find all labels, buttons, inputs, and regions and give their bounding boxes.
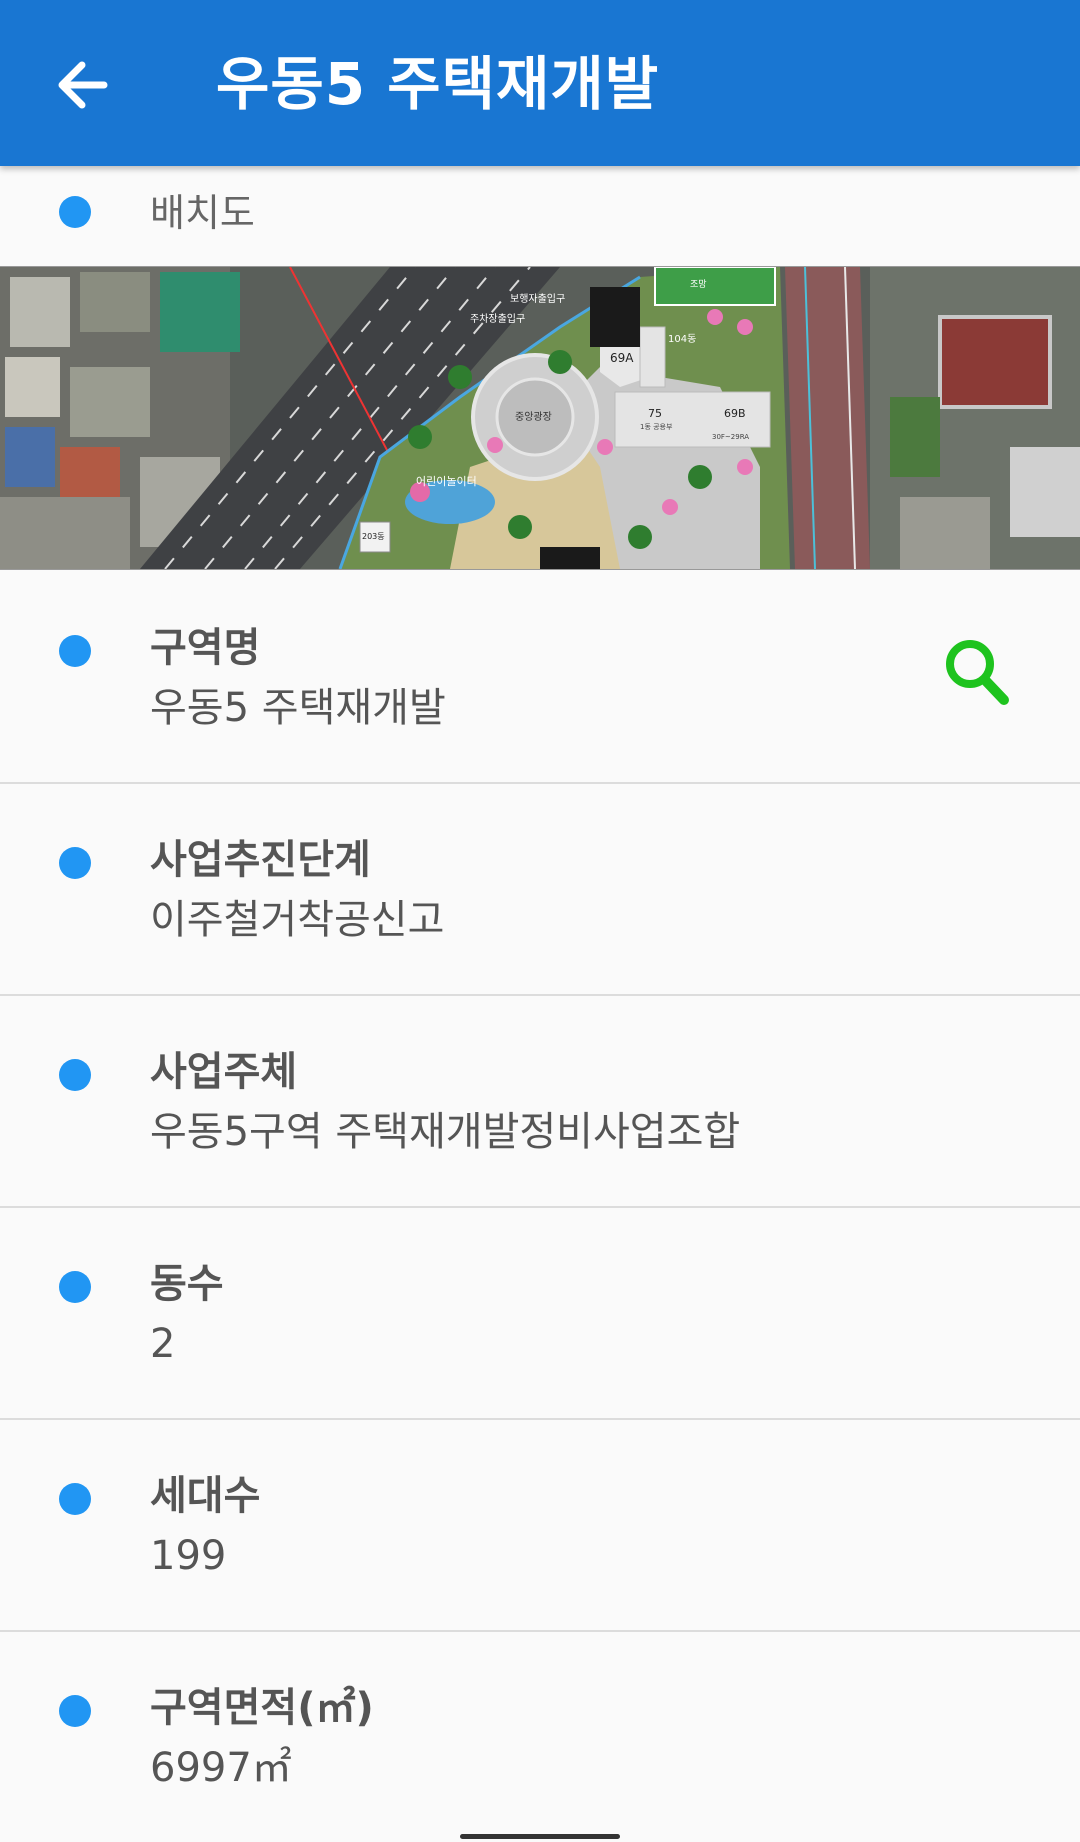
back-button[interactable] [50, 50, 120, 120]
area-value: 6997㎡ [150, 1745, 292, 1791]
operator-label: 사업주체 [150, 1049, 298, 1095]
svg-text:203동: 203동 [362, 532, 385, 541]
search-icon [946, 640, 1009, 705]
svg-text:75: 75 [648, 407, 662, 420]
area-row: 구역면적(㎡) 6997㎡ [0, 1630, 1080, 1842]
district-name-row: 구역명 우동5 주택재개발 [0, 570, 1080, 784]
bullet-dot [59, 1059, 91, 1091]
stage-label: 사업추진단계 [150, 837, 371, 883]
arrow-left-icon [58, 61, 108, 109]
site-plan-map: 보행자출입구 주차장출입구 69A 75 69B 중앙광장 어린이놀이터 203… [0, 267, 1080, 569]
page-title: 우동5 주택재개발 [216, 50, 660, 118]
area-label: 구역면적(㎡) [150, 1685, 374, 1731]
home-indicator[interactable] [460, 1834, 620, 1839]
site-plan-section-header: 배치도 [0, 166, 1080, 266]
search-button[interactable] [934, 630, 1024, 720]
bullet-dot [59, 635, 91, 667]
svg-text:69A: 69A [610, 351, 634, 365]
bullet-dot [59, 196, 91, 228]
svg-text:조망: 조망 [690, 279, 707, 290]
households-row: 세대수 199 [0, 1418, 1080, 1632]
site-plan-label: 배치도 [150, 191, 255, 235]
district-name-label: 구역명 [150, 625, 261, 671]
app-bar: 우동5 주택재개발 [0, 0, 1080, 166]
households-label: 세대수 [150, 1473, 261, 1519]
svg-text:69B: 69B [724, 407, 746, 420]
svg-text:30F~29RA: 30F~29RA [712, 433, 749, 441]
site-plan-image[interactable]: 보행자출입구 주차장출입구 69A 75 69B 중앙광장 어린이놀이터 203… [0, 266, 1080, 570]
bullet-dot [59, 1483, 91, 1515]
operator-value: 우동5구역 주택재개발정비사업조합 [150, 1109, 741, 1155]
households-value: 199 [150, 1533, 227, 1579]
svg-text:중앙광장: 중앙광장 [515, 411, 552, 423]
bullet-dot [59, 1695, 91, 1727]
operator-row: 사업주체 우동5구역 주택재개발정비사업조합 [0, 994, 1080, 1208]
svg-text:주차장출입구: 주차장출입구 [470, 312, 525, 325]
bullet-dot [59, 1271, 91, 1303]
svg-text:어린이놀이터: 어린이놀이터 [416, 475, 477, 488]
buildings-row: 동수 2 [0, 1206, 1080, 1420]
bullet-dot [59, 847, 91, 879]
buildings-label: 동수 [150, 1261, 224, 1307]
svg-text:1동 공용부: 1동 공용부 [640, 423, 673, 431]
stage-value: 이주철거착공신고 [150, 897, 445, 943]
stage-row: 사업추진단계 이주철거착공신고 [0, 782, 1080, 996]
svg-text:104동: 104동 [668, 333, 696, 345]
district-name-value: 우동5 주택재개발 [150, 685, 446, 731]
buildings-value: 2 [150, 1321, 176, 1367]
svg-text:보행자출입구: 보행자출입구 [510, 292, 565, 305]
